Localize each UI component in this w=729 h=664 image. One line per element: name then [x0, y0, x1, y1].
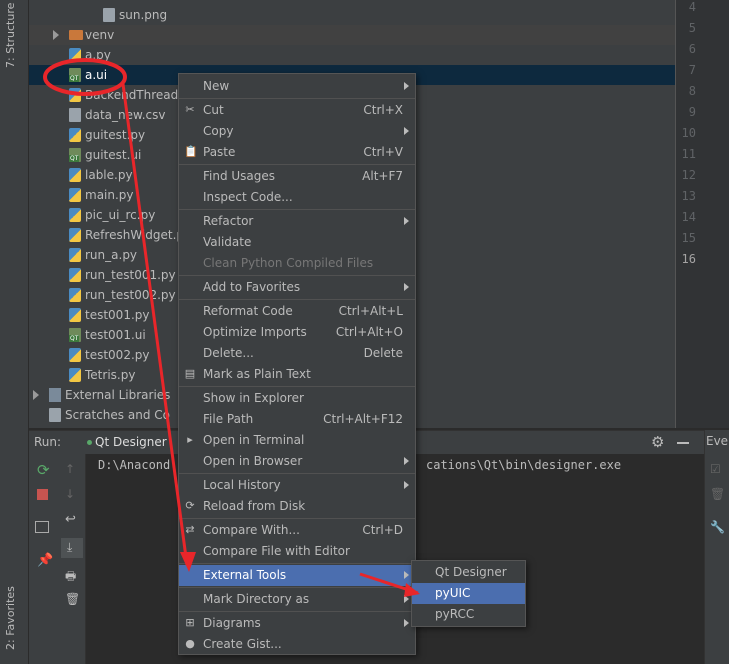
highlight-circle: [43, 58, 127, 96]
annotation-overlay: [43, 58, 420, 597]
annotation-arrow-1: [121, 83, 189, 566]
annotation-arrowhead-1: [180, 552, 196, 572]
annotation-arrowhead-2: [404, 583, 420, 597]
